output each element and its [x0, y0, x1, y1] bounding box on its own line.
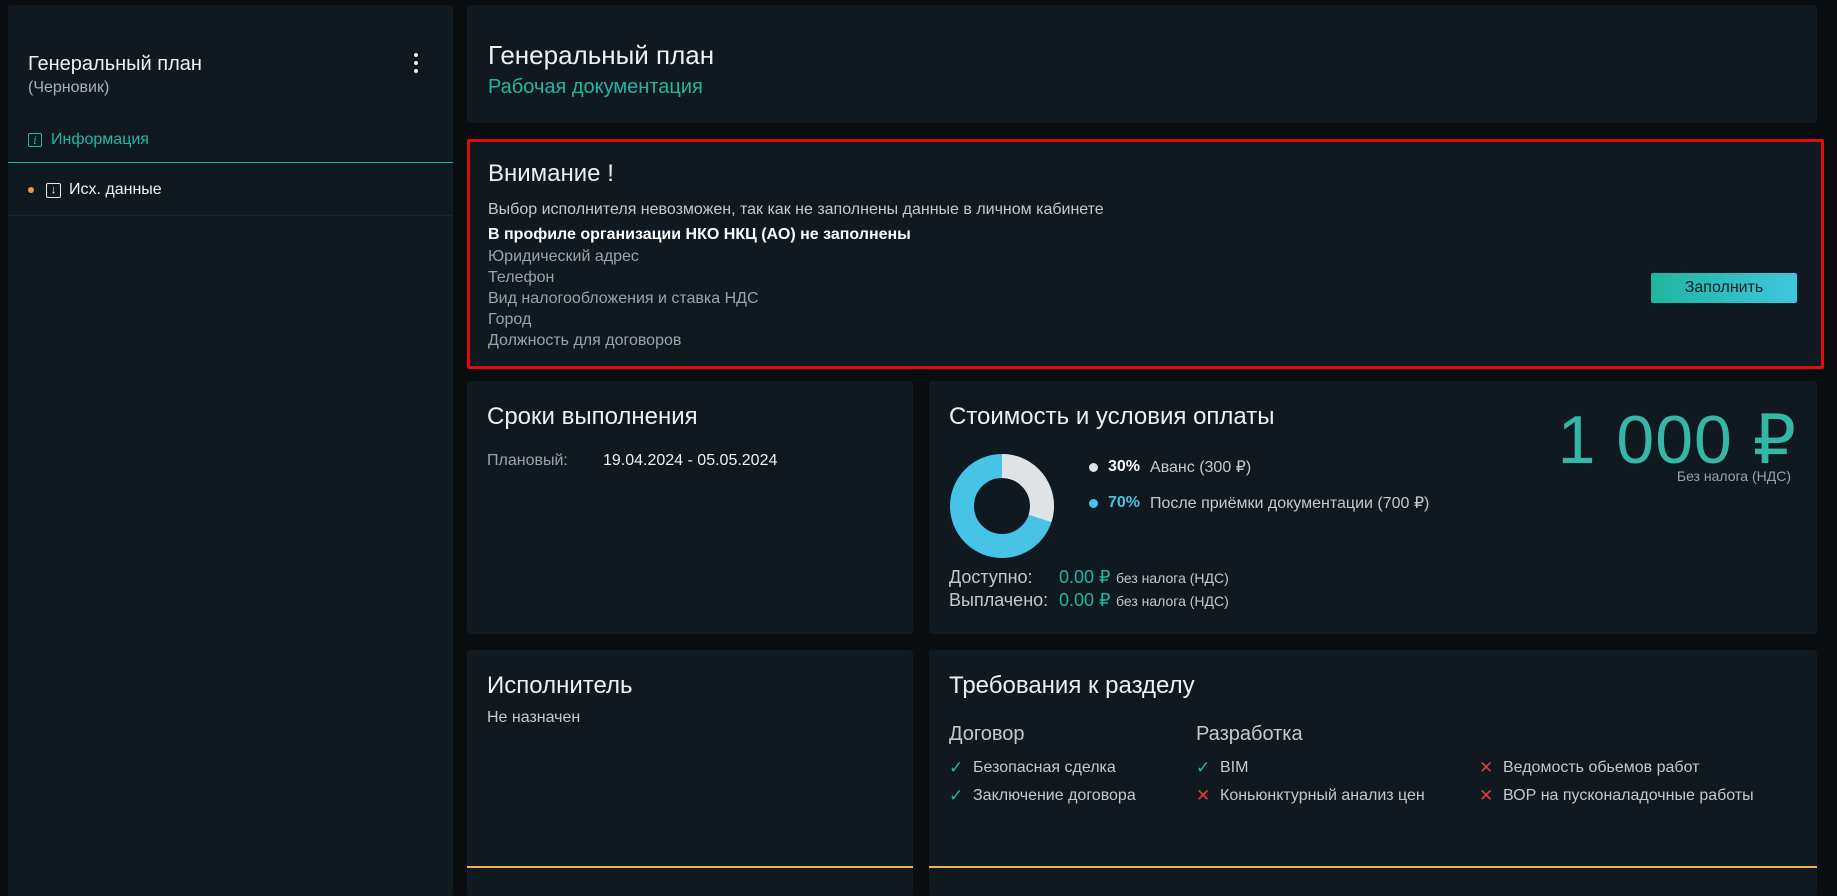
planned-label: Плановый:	[487, 452, 568, 469]
available-note: без налога (НДС)	[1116, 570, 1229, 586]
executor-title: Исполнитель	[487, 672, 633, 699]
sidebar-item-label: Исх. данные	[69, 181, 162, 198]
legend-dot	[1089, 462, 1098, 472]
terms-card: Сроки выполнения Плановый: 19.04.2024 - …	[467, 381, 913, 634]
paid-label: Выплачено:	[949, 590, 1049, 610]
requirement-label: BIM	[1220, 759, 1249, 776]
more-options-icon[interactable]	[410, 53, 422, 79]
info-icon: i	[28, 133, 42, 147]
sidebar-subtitle: (Черновик)	[28, 79, 110, 96]
status-dot	[28, 187, 34, 193]
legend-after-acceptance: 70% После приёмки документации (700 ₽)	[1089, 493, 1429, 513]
requirement-label: Безопасная сделка	[973, 759, 1116, 776]
requirement-label: ВОР на пусконаладочные работы	[1503, 787, 1754, 804]
legend-pct: 30%	[1108, 458, 1141, 475]
missing-field: Должность для договоров	[488, 332, 682, 349]
tab-information[interactable]: i Информация	[28, 131, 149, 149]
sidebar-item-source-data[interactable]: ↓ Исх. данные	[28, 181, 162, 199]
requirement-label: Коньюнктурный анализ цен	[1220, 787, 1425, 804]
requirement-item: ✕ Ведомость обьемов работ	[1479, 758, 1699, 778]
missing-field: Юридический адрес	[488, 248, 639, 265]
legend-text: После приёмки документации (700 ₽)	[1150, 495, 1430, 512]
requirement-item: ✕ ВОР на пусконаладочные работы	[1479, 786, 1754, 806]
cross-icon: ✕	[1479, 786, 1494, 805]
missing-field: Телефон	[488, 269, 555, 286]
executor-value: Не назначен	[487, 709, 581, 726]
check-icon: ✓	[949, 758, 964, 777]
check-icon: ✓	[1196, 758, 1211, 777]
tab-information-label: Информация	[51, 131, 149, 148]
development-heading: Разработка	[1196, 723, 1303, 745]
progress-line	[467, 866, 913, 868]
cross-icon: ✕	[1196, 786, 1211, 805]
requirement-item: ✓ BIM	[1196, 758, 1248, 778]
requirements-title: Требования к разделу	[949, 672, 1195, 699]
cross-icon: ✕	[1479, 758, 1494, 777]
legend-text: Аванс (300 ₽)	[1150, 459, 1252, 476]
planned-dates: 19.04.2024 - 05.05.2024	[603, 452, 778, 469]
price-note: Без налога (НДС)	[1676, 468, 1791, 484]
requirement-item: ✓ Безопасная сделка	[949, 758, 1116, 778]
requirement-label: Ведомость обьемов работ	[1503, 759, 1700, 776]
fill-button[interactable]: Заполнить	[1651, 273, 1797, 303]
missing-field: Город	[488, 311, 532, 328]
requirement-label: Заключение договора	[973, 787, 1136, 804]
active-tab-underline	[8, 162, 453, 163]
payment-donut-chart	[950, 454, 1054, 558]
warning-panel: Внимание ! Выбор исполнителя невозможен,…	[467, 139, 1824, 369]
available-value: 0.00 ₽	[1059, 567, 1111, 587]
warning-message: Выбор исполнителя невозможен, так как не…	[488, 201, 1104, 218]
legend-pct: 70%	[1108, 494, 1141, 511]
cost-title: Стоимость и условия оплаты	[949, 403, 1275, 430]
contract-heading: Договор	[949, 723, 1025, 745]
requirement-item: ✕ Коньюнктурный анализ цен	[1196, 786, 1425, 806]
paid-note: без налога (НДС)	[1116, 593, 1229, 609]
legend-dot	[1089, 498, 1098, 508]
legend-advance: 30% Аванс (300 ₽)	[1089, 457, 1251, 477]
check-icon: ✓	[949, 786, 964, 805]
sidebar: Генеральный план (Черновик) i Информация…	[8, 5, 453, 896]
requirements-card: Требования к разделу Договор Разработка …	[929, 650, 1817, 896]
executor-card: Исполнитель Не назначен	[467, 650, 913, 896]
download-icon: ↓	[46, 182, 61, 198]
divider	[8, 215, 453, 216]
page-subtitle: Рабочая документация	[488, 76, 703, 98]
cost-card: Стоимость и условия оплаты 1 000 ₽ Без н…	[929, 381, 1817, 634]
missing-field: Вид налогообложения и ставка НДС	[488, 290, 759, 307]
page-header: Генеральный план Рабочая документация	[467, 5, 1817, 123]
requirement-item: ✓ Заключение договора	[949, 786, 1136, 806]
progress-line	[929, 866, 1817, 868]
page-title: Генеральный план	[488, 40, 715, 70]
sidebar-title: Генеральный план	[28, 53, 202, 75]
terms-title: Сроки выполнения	[487, 403, 698, 430]
paid-value: 0.00 ₽	[1059, 590, 1111, 610]
available-label: Доступно:	[949, 567, 1033, 587]
warning-profile-line: В профиле организации НКО НКЦ (АО) не за…	[488, 226, 911, 243]
warning-title: Внимание !	[488, 160, 614, 187]
